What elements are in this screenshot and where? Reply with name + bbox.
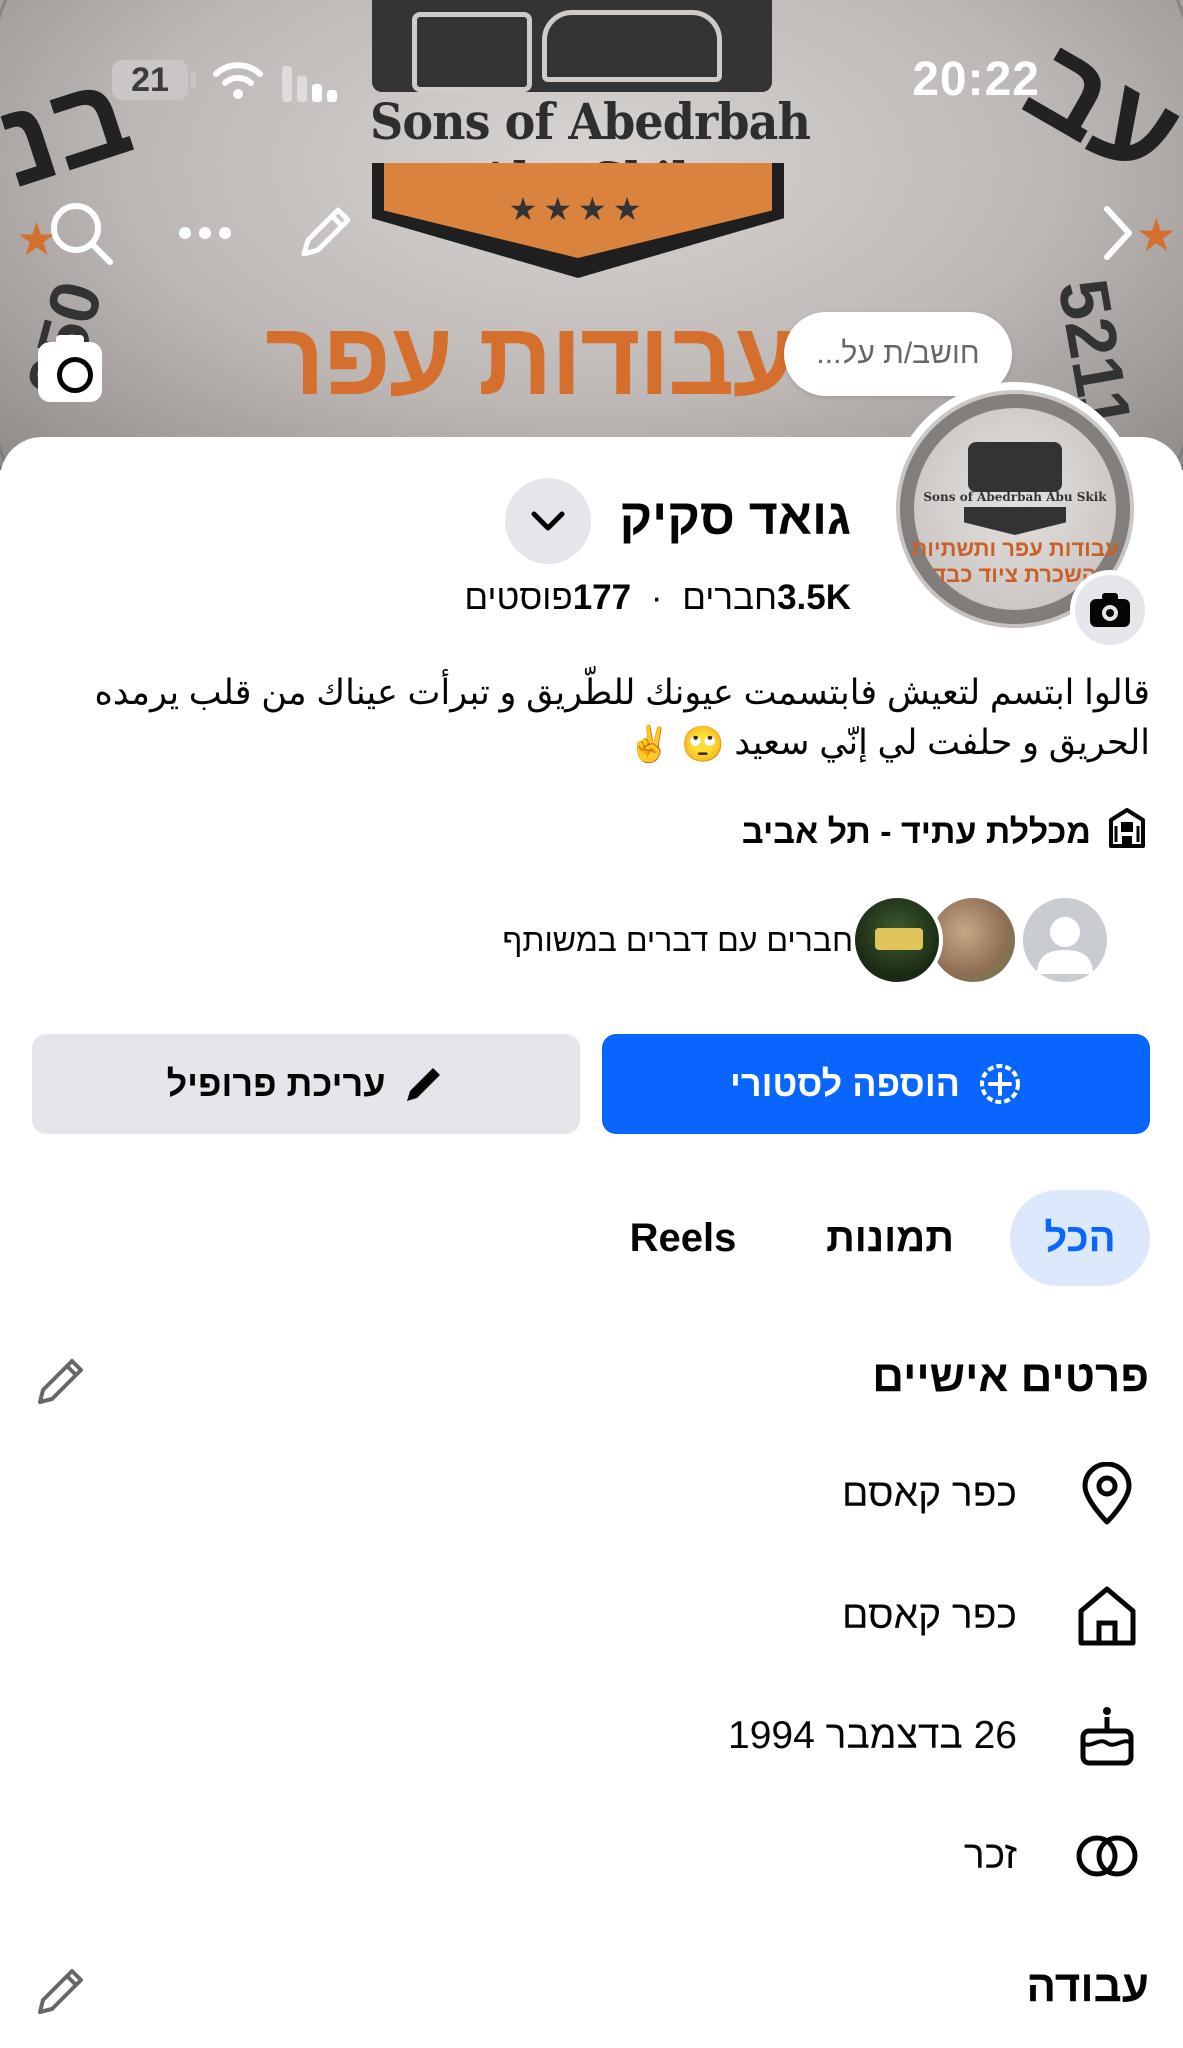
edit-profile-button[interactable]: עריכת פרופיל (32, 1034, 580, 1134)
education-item[interactable]: מכללת עתיד - תל אביב (741, 807, 1147, 857)
home-icon (1067, 1576, 1147, 1656)
pencil-icon (301, 207, 351, 257)
profile-stats[interactable]: 3.5Kחברים · 177פוסטים (464, 578, 851, 618)
search-button[interactable] (46, 198, 116, 268)
posts-count: 177 (572, 578, 632, 617)
edit-profile-picture-button[interactable] (1070, 570, 1150, 650)
battery-indicator: 21 (112, 60, 196, 100)
current-city-row[interactable]: כפר קאסם (842, 1454, 1147, 1534)
note-bubble[interactable]: חושב/ת על... (784, 312, 1012, 396)
birthday-text: 26 בדצמבר 1994 (728, 1714, 1017, 1757)
hometown-text: כפר קאסם (841, 1594, 1017, 1637)
avatar-logo-line1: עבודות עפר ותשתיות (911, 536, 1119, 561)
bio-emojis: 🙄 ✌️ (627, 724, 725, 764)
friend-avatar-default (1019, 894, 1111, 986)
location-pin-icon (1067, 1454, 1147, 1534)
edit-cover-photo-camera-icon[interactable] (38, 335, 102, 402)
profile-bio: قالوا ابتسم لتعيش فابتسمت عيونك للطّريق … (30, 668, 1150, 770)
posts-label: פוסטים (464, 578, 573, 617)
hometown-row[interactable]: כפר קאסם (842, 1576, 1147, 1656)
tab-photos[interactable]: תמונות (810, 1190, 970, 1286)
gender-rings-icon (1067, 1816, 1147, 1896)
edit-cover-button[interactable] (290, 198, 360, 268)
profile-screen: Sons of Abedrbah Abu Skik ★★★★ עבודות עפ… (0, 0, 1183, 2048)
more-options-button[interactable] (170, 198, 240, 268)
profile-name: גואד סקיק (619, 489, 851, 545)
edit-work-button[interactable] (34, 1964, 88, 2018)
tab-all[interactable]: הכל (1010, 1190, 1150, 1286)
pencil-icon (38, 1359, 83, 1404)
current-city-text: כפר קאסם (841, 1472, 1017, 1515)
stats-separator: · (650, 578, 663, 617)
cover-stars: ★★★★ (508, 191, 648, 227)
add-circle-icon (978, 1062, 1022, 1106)
pencil-icon (403, 1063, 445, 1105)
add-to-story-button[interactable]: הוספה לסטורי (602, 1034, 1150, 1134)
status-time: 20:22 (912, 53, 1040, 106)
more-icon (179, 227, 231, 239)
profile-switcher-button[interactable] (505, 478, 591, 564)
avatar-logo-title: Sons of Abedrbah Abu Skik (923, 490, 1107, 504)
personal-details-title: פרטים אישיים (872, 1352, 1149, 1401)
camera-icon (1090, 593, 1130, 627)
mutual-friends-label: חברים עם דברים במשותף (502, 921, 853, 958)
edit-personal-details-button[interactable] (34, 1354, 88, 1408)
avatar-truck-graphic (968, 442, 1062, 492)
pencil-icon (38, 1969, 83, 2014)
birthday-row[interactable]: 26 בדצמבר 1994 (728, 1696, 1147, 1776)
person-icon (1037, 917, 1093, 974)
mutual-friends-row[interactable]: חברים עם דברים במשותף (502, 894, 1111, 986)
wifi-icon (213, 62, 263, 99)
status-bar: 21 20:22 (0, 52, 1183, 112)
friends-label: חברים (682, 578, 778, 617)
birthday-cake-icon (1067, 1696, 1147, 1776)
education-text: מכללת עתיד - תל אביב (741, 812, 1091, 851)
cellular-signal-icon (282, 60, 346, 102)
gender-text: זכר (963, 1834, 1017, 1877)
tab-reels[interactable]: Reels (618, 1190, 748, 1286)
bio-text: قالوا ابتسم لتعيش فابتسمت عيونك للطّريق … (94, 673, 1150, 762)
chevron-right-icon (1104, 206, 1132, 260)
search-icon (51, 203, 113, 265)
work-title: עבודה (1026, 1962, 1149, 2011)
school-icon (1107, 807, 1147, 857)
friends-count: 3.5K (777, 578, 851, 617)
chevron-down-icon (531, 511, 565, 531)
edit-profile-label: עריכת פרופיל (166, 1063, 386, 1104)
gender-row[interactable]: זכר (964, 1816, 1147, 1896)
friend-avatar (851, 894, 943, 986)
add-to-story-label: הוספה לסטורי (730, 1063, 961, 1104)
forward-button[interactable] (1082, 198, 1152, 268)
